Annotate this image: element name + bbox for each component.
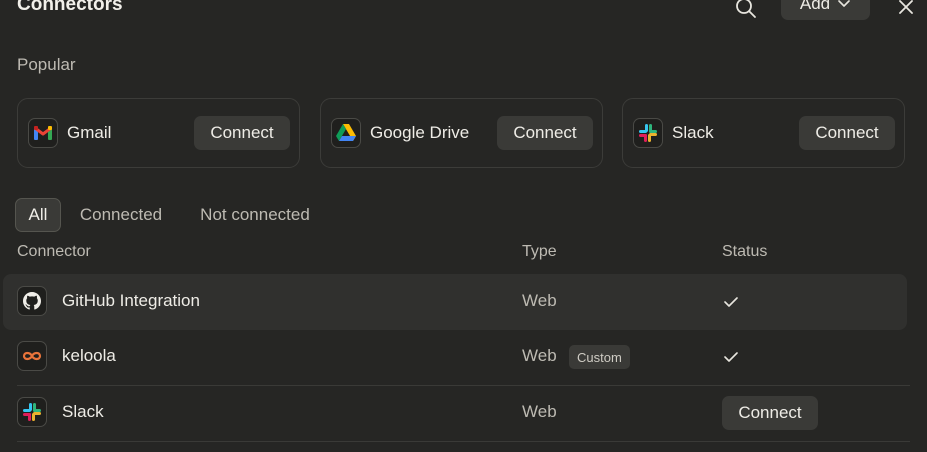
close-button[interactable] [894,0,918,19]
connect-google-drive-button[interactable]: Connect [497,116,593,150]
google-drive-logo [331,118,361,148]
table-row-slack[interactable]: Slack Web Connect [0,385,927,441]
add-connector-button[interactable]: Add [781,0,870,20]
card-name: Slack [672,123,714,142]
table-row-keloola[interactable]: keloola Web Custom [0,329,927,385]
connected-status [722,348,740,366]
infinity-icon [22,351,42,361]
column-header-connector: Connector [17,243,91,260]
chevron-down-icon [838,0,850,7]
connect-slack-row-button[interactable]: Connect [722,396,818,430]
keloola-logo [17,341,47,371]
slack-icon [23,403,41,421]
table-row-github[interactable]: GitHub Integration Web [3,274,907,330]
connector-type: Web [522,346,557,365]
connectors-header: Connectors Add [0,0,927,28]
filter-tab-not-connected[interactable]: Not connected [190,198,320,232]
page-title: Connectors [17,0,123,15]
gmail-logo [28,118,58,148]
github-logo [17,286,47,316]
google-drive-icon [336,124,356,141]
popular-card-slack: Slack Connect [622,98,905,168]
check-icon [724,352,738,362]
check-icon [724,297,738,307]
connect-slack-button[interactable]: Connect [799,116,895,150]
filter-tab-connected[interactable]: Connected [73,198,169,232]
connect-gmail-button[interactable]: Connect [194,116,290,150]
add-label: Add [799,0,831,13]
search-icon [736,0,756,18]
gmail-icon [34,126,52,140]
connector-type: Web [522,291,557,310]
popular-section-label: Popular [17,55,76,74]
slack-logo [633,118,663,148]
connector-name: GitHub Integration [62,291,200,310]
slack-logo [17,397,47,427]
search-button[interactable] [733,0,759,21]
connector-name: keloola [62,346,116,365]
custom-badge: Custom [569,345,630,369]
close-icon [899,0,913,14]
slack-icon [639,124,657,142]
popular-card-google-drive: Google Drive Connect [320,98,603,168]
connected-status [722,293,740,311]
connector-name: Slack [62,402,104,421]
popular-card-gmail: Gmail Connect [17,98,300,168]
card-name: Gmail [67,123,112,142]
row-divider [17,441,910,442]
filter-tab-all[interactable]: All [15,198,61,232]
connector-type: Web [522,402,557,421]
github-icon [23,292,41,310]
column-header-type: Type [522,243,557,260]
card-name: Google Drive [370,123,470,142]
column-header-status: Status [722,243,768,260]
